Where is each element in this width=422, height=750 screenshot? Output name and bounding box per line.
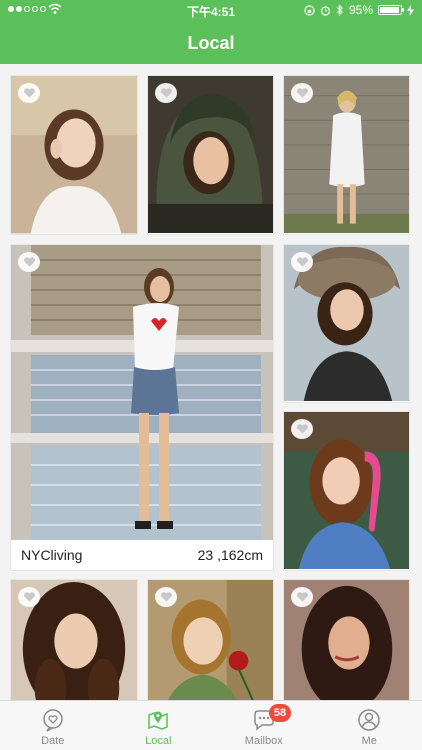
user-icon	[358, 709, 380, 731]
profile-card[interactable]	[147, 579, 274, 700]
bluetooth-icon	[336, 4, 343, 16]
charging-icon	[407, 4, 414, 16]
heart-icon	[23, 592, 35, 602]
like-button[interactable]	[18, 252, 40, 272]
heart-icon	[23, 257, 35, 267]
heart-icon	[296, 88, 308, 98]
profile-card[interactable]	[10, 75, 138, 235]
alarm-icon	[320, 5, 331, 16]
page-title: Local	[187, 33, 235, 53]
featured-profile-card[interactable]: NYCliving 23 ,162cm	[10, 244, 274, 571]
battery-icon	[378, 5, 404, 15]
heart-icon	[160, 592, 172, 602]
profile-caption: NYCliving 23 ,162cm	[11, 540, 273, 570]
tab-mailbox[interactable]: 58 Mailbox	[211, 701, 317, 750]
heart-icon	[296, 592, 308, 602]
like-button[interactable]	[18, 83, 40, 103]
tab-label: Date	[41, 735, 65, 747]
map-pin-icon	[148, 711, 168, 730]
status-bar: 下午4:51 95%	[0, 0, 422, 20]
like-button[interactable]	[155, 83, 177, 103]
battery-percent: 95%	[348, 3, 373, 17]
tab-label: Mailbox	[244, 735, 283, 747]
like-button[interactable]	[155, 587, 177, 607]
profile-card[interactable]	[283, 75, 410, 235]
profile-card[interactable]	[10, 579, 138, 700]
rotation-lock-icon	[304, 4, 315, 16]
like-button[interactable]	[291, 419, 313, 439]
tab-bar: Date Local 58 Mailbox Me	[0, 700, 422, 750]
profile-grid: NYCliving 23 ,162cm	[0, 64, 422, 700]
profile-details: 23 ,162cm	[197, 547, 263, 563]
like-button[interactable]	[18, 587, 40, 607]
heart-chat-icon	[43, 709, 63, 732]
profile-username: NYCliving	[21, 547, 83, 563]
like-button[interactable]	[291, 83, 313, 103]
tab-me[interactable]: Me	[317, 701, 422, 750]
unread-badge: 58	[269, 704, 292, 722]
heart-icon	[23, 88, 35, 98]
like-button[interactable]	[291, 252, 313, 272]
tab-local[interactable]: Local	[106, 701, 212, 750]
profile-card[interactable]	[147, 75, 274, 235]
heart-icon	[296, 424, 308, 434]
profile-photo	[11, 245, 273, 542]
heart-icon	[296, 257, 308, 267]
profile-card[interactable]	[283, 244, 410, 403]
tab-label: Me	[361, 735, 377, 747]
like-button[interactable]	[291, 587, 313, 607]
heart-icon	[160, 88, 172, 98]
tab-label: Local	[145, 735, 172, 747]
profile-card[interactable]	[283, 579, 410, 700]
top-bar: 下午4:51 95% Local	[0, 0, 422, 64]
tab-date[interactable]: Date	[0, 701, 106, 750]
status-right: 95%	[304, 3, 414, 17]
profile-card[interactable]	[283, 411, 410, 571]
